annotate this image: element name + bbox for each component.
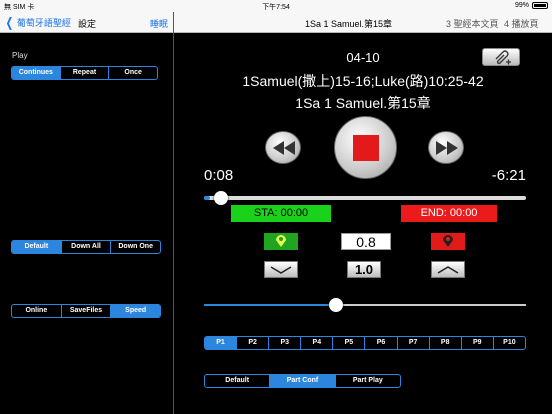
attachment-icon bbox=[495, 50, 511, 65]
part-p2[interactable]: P2 bbox=[236, 337, 268, 349]
part-mode-default[interactable]: Default bbox=[205, 375, 269, 387]
attachment-button[interactable] bbox=[482, 48, 520, 66]
back-label: 葡萄牙語聖經 bbox=[16, 18, 71, 28]
source-mode-online[interactable]: Online bbox=[12, 305, 61, 317]
green-pin-icon bbox=[276, 235, 286, 247]
scroll-mode-down-all[interactable]: Down All bbox=[60, 241, 111, 253]
part-p6[interactable]: P6 bbox=[364, 337, 396, 349]
chevron-up-icon bbox=[437, 266, 459, 274]
scroll-mode-control: Default Down All Down One bbox=[11, 240, 161, 254]
battery-status: 99% bbox=[515, 2, 548, 9]
tab-play-page[interactable]: 4 播放頁 bbox=[504, 17, 539, 30]
elapsed-time: 0:08 bbox=[204, 167, 234, 184]
back-button[interactable]: ❮ 葡萄牙語聖經 bbox=[4, 16, 71, 29]
rate-decrease-button[interactable] bbox=[264, 261, 298, 278]
end-marker-button[interactable]: END: 00:00 bbox=[401, 205, 497, 222]
source-mode-speed[interactable]: Speed bbox=[110, 305, 160, 317]
clock: 下午7:54 bbox=[262, 4, 290, 11]
start-marker-button[interactable]: STA: 00:00 bbox=[231, 205, 331, 222]
volume-fill bbox=[204, 304, 337, 306]
rewind-button[interactable] bbox=[265, 131, 301, 164]
part-mode-play[interactable]: Part Play bbox=[334, 375, 400, 387]
tab-bible-text[interactable]: 3 聖經本文頁 bbox=[446, 17, 499, 30]
part-p9[interactable]: P9 bbox=[460, 337, 493, 349]
rate-reset-button[interactable]: 1.0 bbox=[347, 261, 381, 278]
playback-rate: 0.8 bbox=[341, 233, 391, 250]
status-bar: 無 SIM 卡 下午7:54 99% bbox=[0, 0, 552, 12]
sleep-button[interactable]: 睡眠 bbox=[150, 17, 168, 30]
back-chevron-icon: ❮ bbox=[5, 15, 14, 30]
volume-thumb[interactable] bbox=[329, 298, 344, 312]
set-start-pin-button[interactable] bbox=[264, 233, 298, 250]
settings-title: 設定 bbox=[78, 19, 97, 29]
part-p7[interactable]: P7 bbox=[396, 337, 429, 349]
player-nav-bar: 1Sa 1 Samuel.第15章 3 聖經本文頁 4 播放頁 bbox=[174, 12, 552, 33]
part-p8[interactable]: P8 bbox=[428, 337, 461, 349]
part-mode-control: Default Part Conf Part Play bbox=[204, 374, 401, 388]
red-pin-icon bbox=[443, 235, 453, 247]
remaining-time: -6:21 bbox=[491, 167, 526, 184]
part-p5[interactable]: P5 bbox=[332, 337, 364, 349]
progress-track[interactable] bbox=[204, 196, 526, 200]
scroll-mode-default[interactable]: Default bbox=[12, 241, 61, 253]
part-p10[interactable]: P10 bbox=[492, 337, 525, 349]
chapter-title: 1Sa 1 Samuel.第15章 bbox=[305, 19, 393, 29]
chapter-name: 1Sa 1 Samuel.第15章 bbox=[295, 95, 431, 111]
scroll-mode-down-one[interactable]: Down One bbox=[110, 241, 160, 253]
rate-increase-button[interactable] bbox=[431, 261, 465, 278]
set-end-pin-button[interactable] bbox=[431, 233, 465, 250]
play-mode-once[interactable]: Once bbox=[108, 67, 157, 79]
part-mode-conf[interactable]: Part Conf bbox=[269, 375, 335, 387]
source-mode-control: Online SaveFiles Speed bbox=[11, 304, 161, 318]
reading-reference: 1Samuel(撒上)15-16;Luke(路)10:25-42 bbox=[242, 73, 484, 89]
part-selector: P1 P2 P3 P4 P5 P6 P7 P8 P9 P10 bbox=[204, 336, 526, 350]
fast-forward-icon bbox=[436, 141, 458, 155]
battery-percent: 99% bbox=[514, 2, 529, 9]
part-p3[interactable]: P3 bbox=[268, 337, 300, 349]
play-mode-continues[interactable]: Continues bbox=[12, 67, 60, 79]
stop-button[interactable] bbox=[334, 116, 397, 179]
stop-icon bbox=[353, 135, 379, 161]
rewind-icon bbox=[273, 141, 295, 155]
chevron-down-icon bbox=[270, 266, 292, 274]
play-mode-control: Continues Repeat Once bbox=[11, 66, 158, 80]
part-p1[interactable]: P1 bbox=[205, 337, 237, 349]
source-mode-savefiles[interactable]: SaveFiles bbox=[60, 305, 111, 317]
fast-forward-button[interactable] bbox=[428, 131, 464, 164]
battery-icon bbox=[532, 2, 548, 9]
progress-thumb[interactable] bbox=[214, 191, 229, 205]
settings-nav-bar: ❮ 葡萄牙語聖經 設定 睡眠 bbox=[0, 12, 173, 33]
play-label: Play bbox=[12, 51, 28, 60]
play-mode-repeat[interactable]: Repeat bbox=[59, 67, 109, 79]
part-p4[interactable]: P4 bbox=[300, 337, 332, 349]
